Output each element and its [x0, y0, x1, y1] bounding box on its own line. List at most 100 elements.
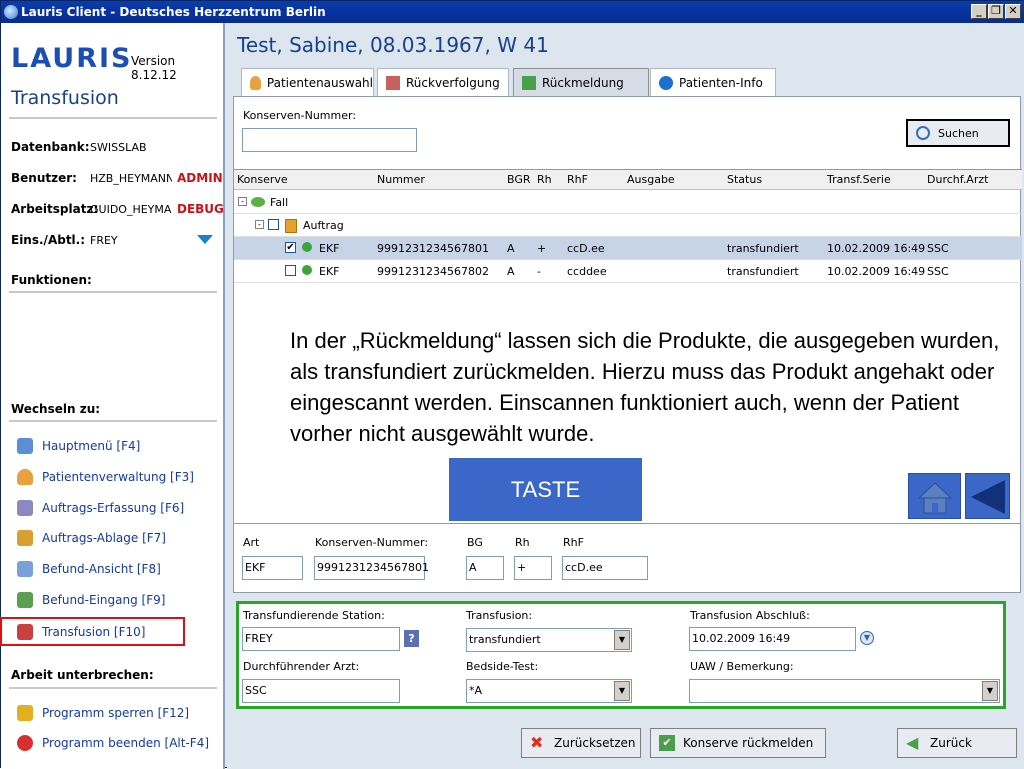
nav-befund-ansicht[interactable]: Befund-Ansicht [F8]	[17, 559, 161, 579]
rhf-field[interactable]: ccD.ee	[562, 556, 648, 580]
home-button[interactable]	[908, 473, 961, 519]
bedside-select[interactable]: *A ▼	[466, 679, 632, 703]
tree-node-auftrag[interactable]: - Auftrag	[234, 214, 1022, 237]
checkbox[interactable]	[268, 219, 279, 230]
nav-transfusion[interactable]: Transfusion [F10]	[0, 617, 185, 646]
date-picker-icon[interactable]: ▼	[860, 631, 874, 645]
tab-label: Rückverfolgung	[406, 75, 500, 90]
role-badge: ADMIN	[177, 171, 223, 185]
main-panel: Test, Sabine, 08.03.1967, W 41 Patienten…	[227, 23, 1024, 769]
button-label: Zurück	[930, 736, 972, 750]
nav-patientenverwaltung[interactable]: Patientenverwaltung [F3]	[17, 467, 194, 487]
cell: -	[537, 265, 541, 278]
check-icon	[522, 75, 536, 90]
chevron-down-icon[interactable]	[197, 235, 213, 244]
tree-node-fall[interactable]: - Fall	[234, 191, 1022, 214]
tab-patienten-info[interactable]: Patienten-Info	[650, 68, 776, 96]
cell: 9991231234567802	[377, 265, 489, 278]
nav-befund-eingang[interactable]: Befund-Eingang [F9]	[17, 590, 165, 610]
person-icon	[17, 469, 33, 485]
cell: transfundiert	[727, 265, 799, 278]
col-header[interactable]: Konserve	[237, 173, 288, 186]
nav-hauptmenu[interactable]: Hauptmenü [F4]	[17, 436, 140, 456]
button-label: Zurücksetzen	[554, 736, 636, 750]
transfusion-select[interactable]: transfundiert ▼	[466, 628, 632, 652]
col-header[interactable]: Durchf.Arzt	[927, 173, 988, 186]
restore-button[interactable]: ❐	[988, 4, 1004, 19]
col-header[interactable]: Ausgabe	[627, 173, 675, 186]
chevron-down-icon[interactable]: ▼	[982, 681, 998, 701]
table-row[interactable]: ✔ EKF 9991231234567801 A + ccD.ee transf…	[234, 237, 1022, 260]
nav-label: Patientenverwaltung [F3]	[42, 470, 194, 484]
reset-button[interactable]: ✖ Zurücksetzen	[521, 728, 641, 758]
pause-heading: Arbeit unterbrechen:	[11, 668, 154, 682]
nav-programm-beenden[interactable]: Programm beenden [Alt-F4]	[17, 733, 209, 753]
uaw-select[interactable]: ▼	[689, 679, 1000, 703]
info-key: Eins./Abtl.:	[11, 233, 86, 247]
rh-field[interactable]: +	[514, 556, 552, 580]
collapse-toggle[interactable]: -	[255, 220, 264, 229]
collapse-toggle[interactable]: -	[238, 197, 247, 206]
order-icon	[285, 219, 297, 233]
cell: ccddee	[567, 265, 607, 278]
tab-patientenauswahl[interactable]: Patientenauswahl	[241, 68, 374, 96]
art-label: Art	[243, 536, 260, 549]
button-label: Konserve rückmelden	[683, 736, 814, 750]
table-row[interactable]: EKF 9991231234567802 A - ccddee transfun…	[234, 260, 1022, 283]
transfusion-icon	[17, 623, 33, 640]
case-icon	[251, 197, 265, 207]
abschluss-field[interactable]: 10.02.2009 16:49	[689, 627, 856, 651]
col-header[interactable]: Transf.Serie	[827, 173, 891, 186]
nav-label: Programm beenden [Alt-F4]	[42, 736, 210, 750]
konserven-nummer-search-input[interactable]	[242, 128, 417, 152]
status-dot-icon	[302, 265, 312, 275]
close-button[interactable]: ✕	[1005, 4, 1021, 19]
abschluss-label: Transfusion Abschluß:	[690, 609, 810, 622]
person-icon	[250, 75, 261, 90]
search-label: Konserven-Nummer:	[243, 109, 357, 122]
konserve-rueckmelden-button[interactable]: ✔ Konserve rückmelden	[650, 728, 826, 758]
row-checkbox-checked[interactable]: ✔	[285, 242, 296, 253]
nav-auftrags-ablage[interactable]: Auftrags-Ablage [F7]	[17, 528, 166, 548]
tab-rueckmeldung[interactable]: Rückmeldung	[513, 68, 649, 96]
tab-rueckverfolgung[interactable]: Rückverfolgung	[377, 68, 509, 96]
cell: EKF	[319, 265, 340, 278]
info-value: HZB_HEYMANNG	[90, 172, 172, 185]
app-icon	[4, 5, 18, 19]
patient-header: Test, Sabine, 08.03.1967, W 41	[237, 33, 549, 57]
transfusion-form: Transfundierende Station: FREY ? Transfu…	[236, 601, 1006, 709]
taste-button[interactable]: TASTE	[449, 458, 642, 521]
art-field[interactable]: EKF	[242, 556, 303, 580]
nav-programm-sperren[interactable]: Programm sperren [F12]	[17, 703, 189, 723]
order-archive-icon	[17, 530, 33, 546]
col-header[interactable]: BGR	[507, 173, 531, 186]
minimize-button[interactable]: _	[971, 4, 987, 19]
bg-field[interactable]: A	[466, 556, 504, 580]
col-header[interactable]: RhF	[567, 173, 588, 186]
station-field[interactable]: FREY	[242, 627, 400, 651]
chevron-down-icon[interactable]: ▼	[614, 681, 630, 701]
rhf-label: RhF	[563, 536, 584, 549]
nav-label: Hauptmenü [F4]	[42, 439, 141, 453]
arzt-field[interactable]: SSC	[242, 679, 400, 703]
back-button[interactable]: ◀ Zurück	[897, 728, 1017, 758]
col-header[interactable]: Nummer	[377, 173, 425, 186]
info-value: FREY	[90, 234, 118, 247]
chevron-down-icon[interactable]: ▼	[614, 630, 630, 650]
info-value: GUIDO_HEYMAN	[90, 203, 172, 216]
row-checkbox[interactable]	[285, 265, 296, 276]
col-header[interactable]: Rh	[537, 173, 552, 186]
help-icon[interactable]: ?	[404, 630, 419, 647]
nr-label: Konserven-Nummer:	[315, 536, 429, 549]
back-arrow-button[interactable]	[965, 473, 1010, 519]
konserven-nummer-field[interactable]: 9991231234567801	[314, 556, 429, 580]
arzt-label: Durchführender Arzt:	[243, 660, 360, 673]
info-key: Benutzer:	[11, 171, 77, 185]
search-button[interactable]: Suchen	[906, 119, 1010, 147]
product-grid: Konserve Nummer BGR Rh RhF Ausgabe Statu…	[234, 169, 1022, 284]
col-header[interactable]: Status	[727, 173, 762, 186]
nav-auftrags-erfassung[interactable]: Auftrags-Erfassung [F6]	[17, 498, 184, 518]
cell: transfundiert	[727, 242, 799, 255]
cell: 9991231234567801	[377, 242, 489, 255]
rueckmeldung-content: Konserven-Nummer: Suchen Konserve Nummer…	[233, 96, 1022, 524]
